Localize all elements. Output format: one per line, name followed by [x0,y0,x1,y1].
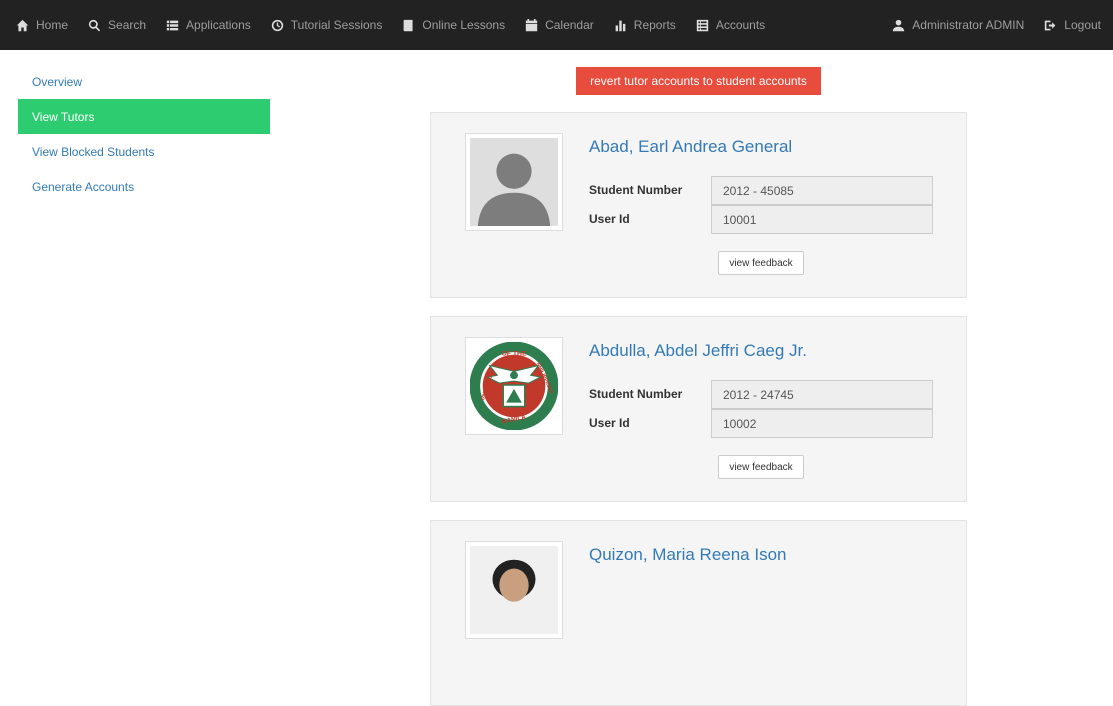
tutor-card: Abad, Earl Andrea General Student Number… [430,112,967,298]
list-icon [166,19,179,32]
nav-online-lessons-label: Online Lessons [422,18,506,32]
default-avatar-icon [470,138,558,226]
bar-chart-icon [614,19,627,32]
search-icon [88,19,101,32]
nav-reports[interactable]: Reports [604,0,686,50]
nav-search[interactable]: Search [78,0,156,50]
nav-calendar-label: Calendar [545,18,594,32]
nav-applications-label: Applications [186,18,251,32]
home-icon [16,19,29,32]
tutor-name-link[interactable]: Abdulla, Abdel Jeffri Caeg Jr. [589,341,807,361]
student-number-label: Student Number [589,387,683,401]
photo-avatar-icon [470,546,558,634]
sidebar-item-view-blocked-students[interactable]: View Blocked Students [18,134,270,169]
nav-user-label: Administrator ADMIN [912,18,1025,32]
list-alt-icon [696,19,709,32]
nav-calendar[interactable]: Calendar [515,0,604,50]
university-seal-icon: OF THE UNIVERSITY PHILIPPINES MANILA 190… [470,342,558,430]
user-id-label: User Id [589,416,630,430]
nav-accounts[interactable]: Accounts [686,0,775,50]
view-feedback-button[interactable]: view feedback [718,455,804,479]
avatar [465,133,563,231]
nav-logout[interactable]: Logout [1034,0,1113,50]
nav-search-label: Search [108,18,147,32]
nav-applications[interactable]: Applications [156,0,261,50]
view-feedback-button[interactable]: view feedback [718,251,804,275]
tutor-card: OF THE UNIVERSITY PHILIPPINES MANILA 190… [430,316,967,502]
nav-tutorial-sessions-label: Tutorial Sessions [290,18,383,32]
avatar: OF THE UNIVERSITY PHILIPPINES MANILA 190… [465,337,563,435]
user-id-field: 10001 [711,205,933,234]
sidebar-item-overview[interactable]: Overview [18,64,270,99]
seal-top-text: OF THE [501,351,526,358]
nav-logout-label: Logout [1064,18,1101,32]
tutor-name-link[interactable]: Quizon, Maria Reena Ison [589,545,787,565]
book-icon [402,19,415,32]
user-id-field: 10002 [711,409,933,438]
user-id-label: User Id [589,212,630,226]
revert-accounts-button[interactable]: revert tutor accounts to student account… [576,67,821,95]
sidebar-item-view-tutors[interactable]: View Tutors [18,99,270,134]
nav-home[interactable]: Home [0,0,78,50]
student-number-field: 2012 - 24745 [711,380,933,409]
seal-year-text: 1908 [510,424,519,429]
sidebar: Overview View Tutors View Blocked Studen… [18,64,270,204]
nav-user[interactable]: Administrator ADMIN [876,0,1034,50]
nav-reports-label: Reports [633,18,676,32]
nav-online-lessons[interactable]: Online Lessons [392,0,515,50]
top-navbar: Home Search Applications Tutorial Sessio… [0,0,1113,50]
tutor-card: Quizon, Maria Reena Ison [430,520,967,706]
logout-icon [1044,19,1057,32]
user-icon [892,19,905,32]
calendar-icon [525,18,538,32]
student-number-label: Student Number [589,183,683,197]
nav-home-label: Home [36,18,69,32]
nav-accounts-label: Accounts [715,18,766,32]
nav-right-group: Administrator ADMIN Logout [876,0,1113,50]
tutor-name-link[interactable]: Abad, Earl Andrea General [589,137,792,157]
clock-icon [271,19,284,32]
nav-tutorial-sessions[interactable]: Tutorial Sessions [261,0,393,50]
student-number-field: 2012 - 45085 [711,176,933,205]
sidebar-item-generate-accounts[interactable]: Generate Accounts [18,169,270,204]
